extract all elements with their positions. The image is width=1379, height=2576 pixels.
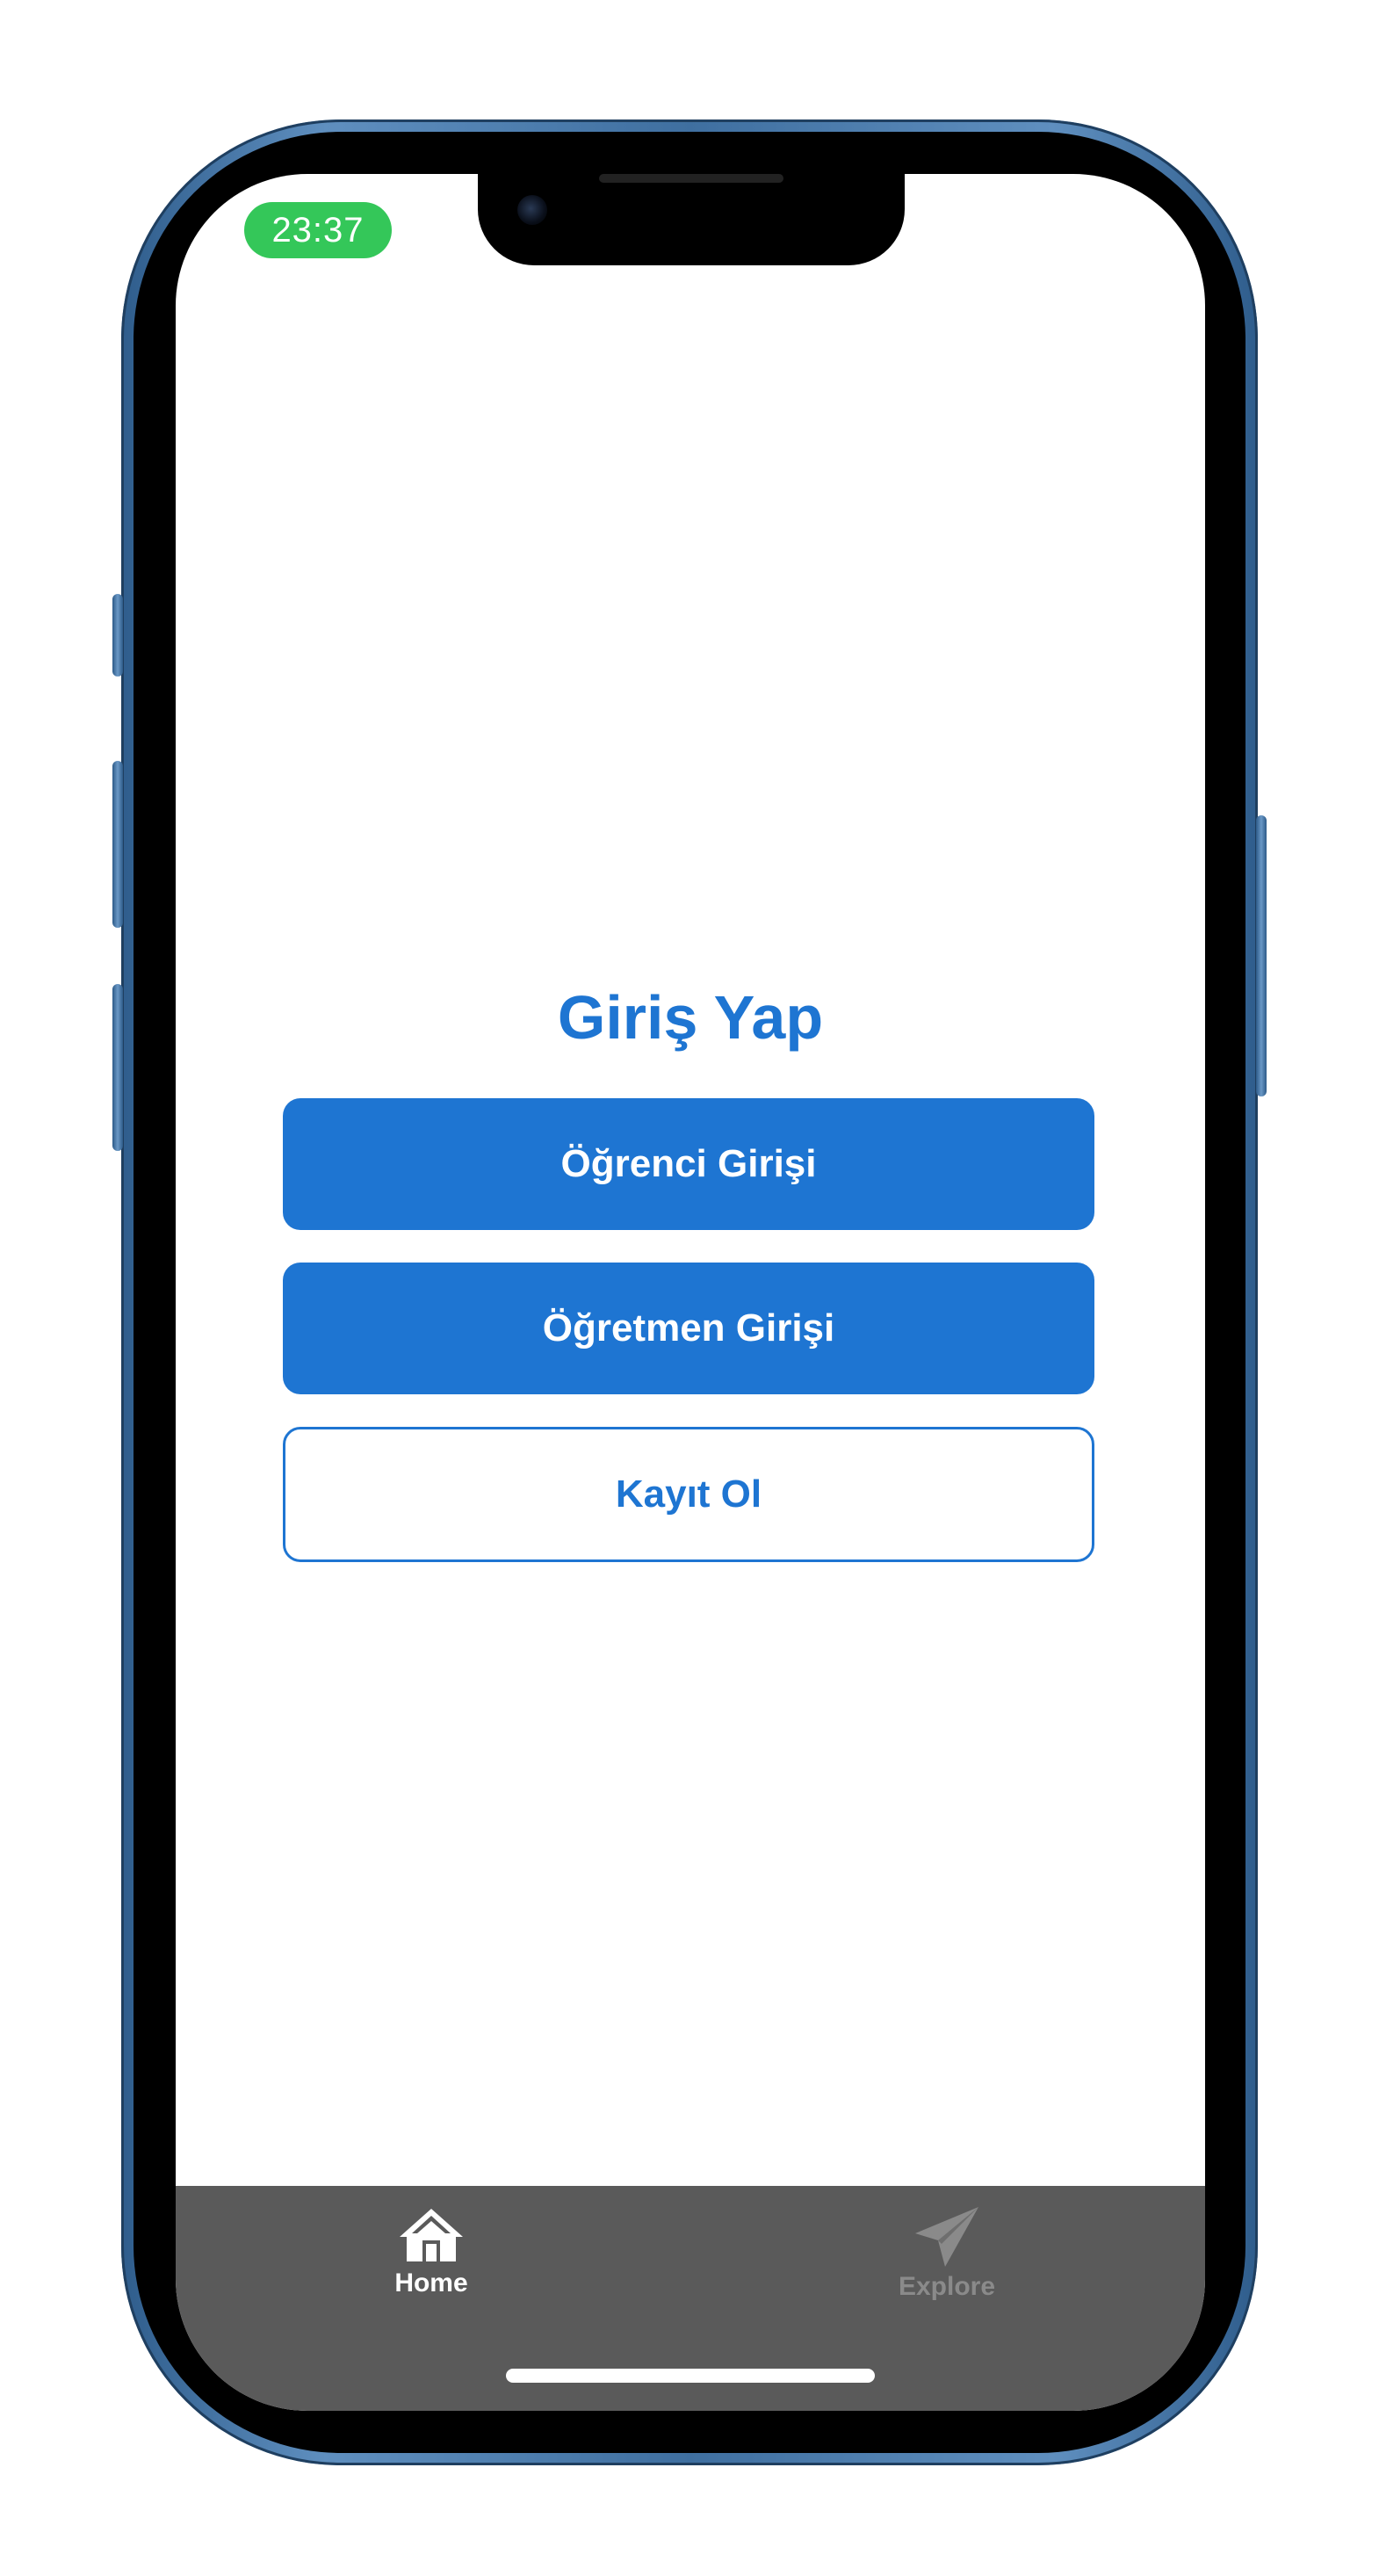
app-screen: 23:37 Giriş Yap Öğrenci Girişi Öğretmen … — [176, 174, 1205, 2411]
student-login-button[interactable]: Öğrenci Girişi — [283, 1098, 1094, 1230]
front-camera — [517, 195, 547, 225]
tab-home[interactable]: Home — [343, 2205, 519, 2319]
teacher-login-button[interactable]: Öğretmen Girişi — [283, 1263, 1094, 1394]
page-title: Giriş Yap — [557, 983, 824, 1052]
tab-explore[interactable]: Explore — [859, 2205, 1035, 2319]
device-volume-up-button — [112, 761, 123, 928]
home-icon — [400, 2209, 463, 2261]
device-volume-down-button — [112, 984, 123, 1151]
paper-plane-icon — [915, 2207, 978, 2267]
status-time: 23:37 — [244, 202, 392, 258]
tab-home-label: Home — [394, 2268, 468, 2297]
teacher-login-label: Öğretmen Girişi — [542, 1306, 835, 1350]
speaker-grille — [599, 174, 783, 183]
register-button[interactable]: Kayıt Ol — [283, 1427, 1094, 1562]
device-mute-switch — [112, 594, 123, 677]
register-label: Kayıt Ol — [615, 1473, 762, 1516]
home-indicator[interactable] — [506, 2369, 875, 2383]
device-power-button — [1256, 815, 1267, 1096]
student-login-label: Öğrenci Girişi — [560, 1142, 817, 1185]
tab-explore-label: Explore — [898, 2272, 996, 2301]
